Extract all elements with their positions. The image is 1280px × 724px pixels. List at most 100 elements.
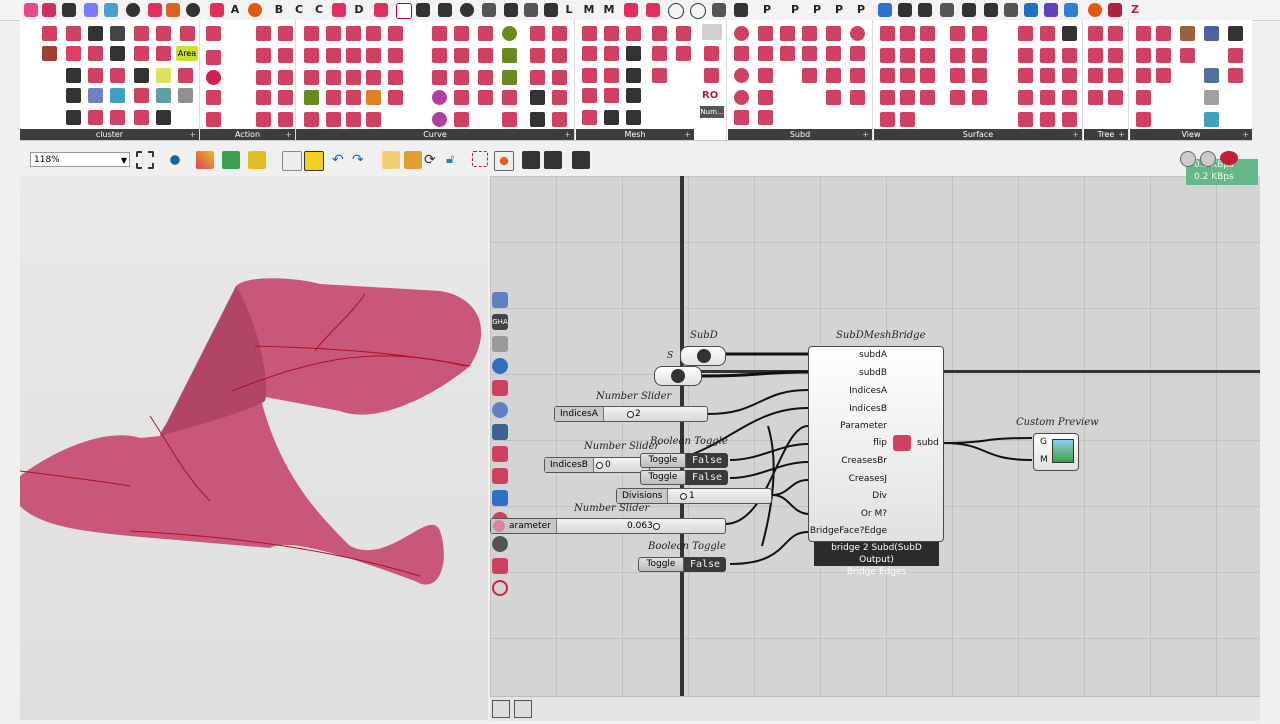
slider-knob[interactable] [596,462,603,469]
ribbon-icon[interactable] [1040,48,1055,63]
ribbon-icon[interactable] [530,70,545,85]
ribbon-icon[interactable] [802,26,817,41]
ribbon-icon[interactable] [1018,68,1033,83]
tab-icon-active[interactable] [396,3,412,19]
graph-icon[interactable] [544,151,562,169]
ribbon-icon[interactable] [704,46,719,61]
ribbon-icon[interactable] [626,110,641,125]
ribbon-icon[interactable] [530,90,545,105]
ribbon-icon[interactable] [454,48,469,63]
ribbon-icon[interactable] [346,48,361,63]
ribbon-icon[interactable] [900,26,915,41]
text-icon[interactable] [304,151,324,171]
ribbon-icon[interactable] [502,112,517,127]
ribbon-icon[interactable] [134,68,149,83]
ribbon-icon[interactable] [950,68,965,83]
ribbon-icon[interactable] [1018,112,1033,127]
ribbon-icon[interactable] [920,26,935,41]
ribbon-icon[interactable] [780,26,795,41]
ribbon-icon[interactable] [432,112,447,127]
ribbon-icon[interactable] [582,68,597,83]
ribbon-icon[interactable] [278,90,293,105]
ribbon-icon[interactable] [454,26,469,41]
input-creasesbr[interactable]: CreasesBr [841,456,887,466]
ribbon-icon[interactable] [256,112,271,127]
ribbon-icon[interactable] [900,48,915,63]
tab-p3[interactable]: P [810,3,824,17]
ribbon-icon[interactable] [652,26,667,41]
ribbon-icon[interactable] [652,46,667,61]
ribbon-icon[interactable] [42,26,57,41]
eye-icon[interactable] [166,151,184,169]
ribbon-icon[interactable] [180,26,195,41]
output-subd[interactable]: subd [917,438,939,448]
tab-b[interactable]: B [272,3,286,17]
subd-param-b[interactable] [654,366,702,386]
ribbon-icon[interactable] [1088,48,1103,63]
divisions-slider[interactable]: Divisions 1 [616,488,772,504]
tab-icon-19[interactable] [544,3,558,17]
tab-icon-23[interactable] [690,3,706,19]
ribbon-icon[interactable] [206,90,221,105]
tab-icon-35[interactable] [1088,3,1102,17]
ribbon-icon[interactable] [530,26,545,41]
redo-icon[interactable]: ↷ [352,151,370,169]
ribbon-panel-label[interactable]: Action + [200,129,295,140]
tab-z[interactable]: Z [1128,3,1142,17]
ribbon-icon[interactable] [502,26,517,41]
ribbon-icon[interactable] [582,88,597,103]
ribbon-icon[interactable] [326,26,341,41]
ribbon-icon[interactable] [758,90,773,105]
ribbon-icon[interactable] [304,26,319,41]
ribbon-icon[interactable] [530,112,545,127]
ribbon-icon[interactable] [156,26,171,41]
ribbon-icon[interactable] [88,110,103,125]
tab-icon-32[interactable] [1024,3,1038,17]
tab-icon-9[interactable] [210,3,224,17]
ribbon-icon[interactable] [1062,90,1077,105]
tab-icon-36[interactable] [1108,3,1122,17]
ribbon-icon[interactable] [66,26,81,41]
ribbon-icon[interactable] [134,26,149,41]
tab-icon-26[interactable] [878,3,892,17]
tab-d[interactable]: D [352,3,366,17]
ribbon-icon[interactable] [1136,48,1151,63]
toggle-value[interactable]: False [686,470,728,485]
ribbon-icon[interactable] [826,26,841,41]
ribbon-icon[interactable] [256,70,271,85]
ribbon-icon[interactable] [1108,90,1123,105]
ribbon-icon[interactable] [1136,26,1151,41]
tab-icon-17[interactable] [504,3,518,17]
ribbon-icon[interactable] [346,112,361,127]
ribbon-icon[interactable] [582,26,597,41]
ribbon-icon[interactable] [626,46,641,61]
ribbon-icon[interactable] [900,90,915,105]
ribbon-icon[interactable] [704,68,719,83]
tab-p5[interactable]: P [854,3,868,17]
download-icon[interactable] [492,700,510,718]
ribbon-panel-label[interactable]: Subd + [728,129,872,140]
tab-icon-13[interactable] [416,3,430,17]
ribbon-icon[interactable] [950,48,965,63]
lock-icon[interactable]: 🔓︎ [446,151,464,169]
ribbon-icon[interactable] [920,68,935,83]
ribbon-icon[interactable] [552,112,567,127]
ribbon-icon[interactable] [66,46,81,61]
ribbon-icon[interactable] [326,112,341,127]
ribbon-icon[interactable] [880,112,895,127]
ribbon-icon[interactable] [950,26,965,41]
ribbon-icon[interactable] [206,112,221,127]
ribbon-panel-label[interactable]: View + [1130,129,1252,140]
ribbon-icon[interactable] [88,26,103,41]
parameter-slider[interactable]: arameter 0.063 [490,518,726,534]
tab-eye-icon[interactable] [126,3,140,17]
ribbon-icon[interactable] [652,68,667,83]
solver-icon[interactable] [1220,151,1238,165]
input-flip[interactable]: flip [873,438,887,448]
ribbon-icon[interactable] [304,48,319,63]
preview-input-m[interactable]: M [1040,455,1048,465]
ribbon-icon[interactable] [676,26,691,41]
ribbon-icon[interactable] [278,112,293,127]
input-parameter[interactable]: Parameter [840,421,887,431]
indicesb-slider[interactable]: IndicesB 0 [544,457,650,473]
